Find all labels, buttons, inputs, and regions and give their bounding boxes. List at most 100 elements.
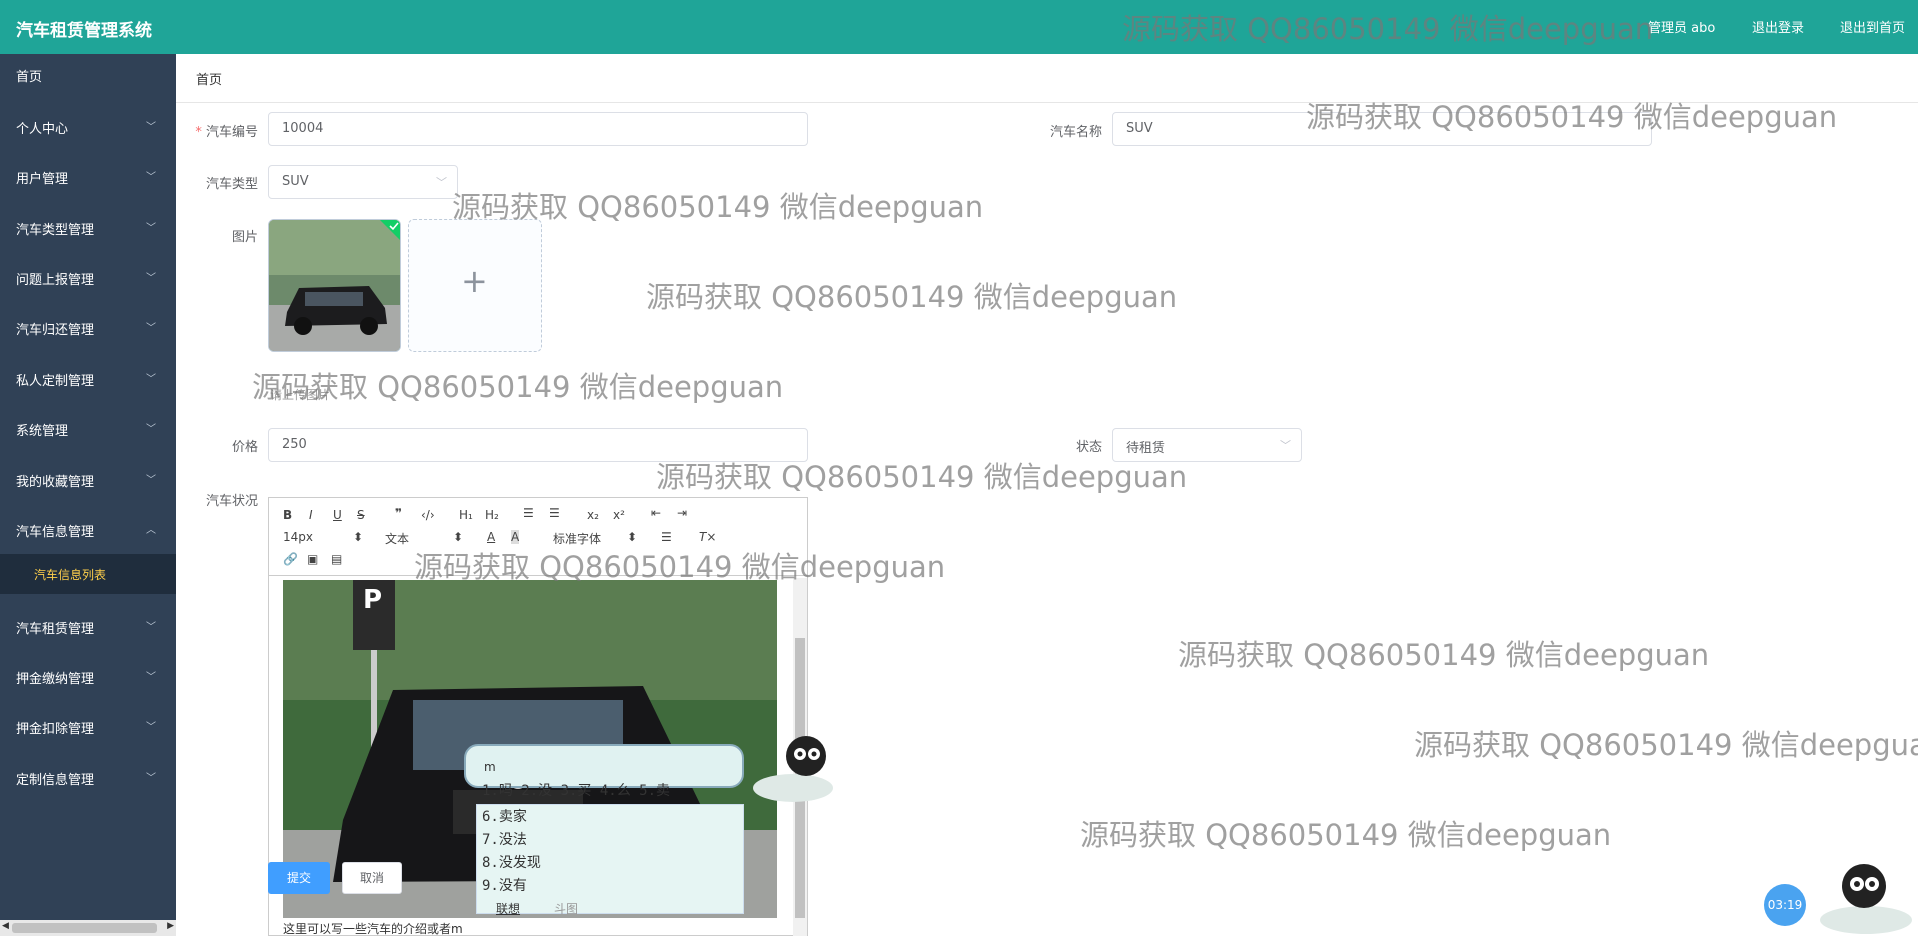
chevron-down-icon: ﹀: [436, 176, 447, 189]
car-type-select[interactable]: SUV ﹀: [268, 165, 458, 199]
ime-candidate[interactable]: 6.卖家: [482, 806, 527, 826]
ime-candidate-popup[interactable]: m 1.吗 2.没 3.买 4.么 5.卖 6.卖家 7.没法 8.没发现 9.…: [464, 744, 744, 917]
ime-candidates-row[interactable]: 1.吗 2.没 3.买 4.么 5.卖: [482, 780, 670, 800]
sidebar-item-custom[interactable]: 私人定制管理 ﹀: [0, 358, 176, 398]
mascot-icon: [1820, 864, 1912, 934]
chevron-updown-icon: ⬍: [453, 530, 464, 544]
font-type-select[interactable]: 文本: [385, 530, 409, 547]
sidebar-item-profile[interactable]: 个人中心 ﹀: [0, 106, 176, 146]
ordered-list-icon[interactable]: ☰: [523, 506, 534, 520]
italic-icon[interactable]: I: [309, 508, 313, 522]
sidebar-item-deductions[interactable]: 押金扣除管理 ﹀: [0, 706, 176, 746]
bold-icon[interactable]: B: [283, 508, 292, 522]
sidebar-subitem-car-list[interactable]: 汽车信息列表: [0, 554, 176, 594]
car-no-input[interactable]: 10004: [268, 112, 808, 146]
font-size-select[interactable]: 14px: [283, 530, 313, 544]
sidebar: 首页 个人中心 ﹀ 用户管理 ﹀ 汽车类型管理 ﹀ 问题上报管理 ﹀ 汽车归还管理 ﹀ 私…: [0, 54, 176, 936]
superscript-icon[interactable]: x²: [613, 508, 625, 522]
scrollbar-thumb[interactable]: [12, 923, 157, 933]
video-icon[interactable]: ▤: [331, 552, 342, 566]
chevron-down-icon: ﹀: [146, 773, 156, 784]
watermark: 源码获取 QQ86050149 微信deepguan: [1178, 638, 1710, 672]
plus-icon: +: [461, 262, 488, 300]
back-home-link[interactable]: 退出到首页: [1840, 17, 1905, 36]
watermark: 源码获取 QQ86050149 微信deepguan: [1414, 728, 1918, 762]
indent-icon[interactable]: ⇥: [677, 506, 687, 520]
sidebar-item-label: 我的收藏管理: [16, 475, 95, 490]
watermark: 源码获取 QQ86050149 微信deepguan: [646, 280, 1178, 314]
ime-candidate[interactable]: 9.没有: [482, 875, 527, 895]
watermark: 源码获取 QQ86050149 微信deepguan: [1306, 100, 1838, 134]
chevron-down-icon: ﹀: [146, 323, 156, 334]
underline-icon[interactable]: U: [333, 508, 342, 522]
outdent-icon[interactable]: ⇤: [651, 506, 661, 520]
sidebar-item-label: 首页: [16, 70, 43, 85]
link-icon[interactable]: 🔗: [283, 552, 298, 566]
image-label: 图片: [231, 230, 258, 245]
timer-badge[interactable]: 03:19: [1764, 884, 1806, 926]
car-no-label: * 汽车编号: [195, 125, 258, 140]
h2-icon[interactable]: H₂: [485, 508, 499, 522]
quote-icon[interactable]: ❞: [395, 506, 402, 520]
user-label: 管理员 abo: [1648, 21, 1716, 36]
sidebar-horizontal-scrollbar[interactable]: ◀ ▶: [0, 920, 176, 936]
cancel-button[interactable]: 取消: [342, 862, 402, 894]
chevron-down-icon: ﹀: [1280, 439, 1291, 452]
submit-button[interactable]: 提交: [268, 862, 330, 894]
sidebar-item-custom-info[interactable]: 定制信息管理 ﹀: [0, 757, 176, 797]
sidebar-item-favorites[interactable]: 我的收藏管理 ﹀: [0, 459, 176, 499]
sidebar-subitem-label: 汽车信息列表: [34, 568, 107, 582]
bullet-list-icon[interactable]: ☰: [549, 506, 560, 520]
chevron-down-icon: ﹀: [146, 122, 156, 133]
price-label: 价格: [231, 440, 258, 455]
font-color-icon[interactable]: A: [487, 530, 495, 544]
ime-candidate[interactable]: 8.没发现: [482, 852, 541, 872]
code-icon[interactable]: ‹/›: [421, 508, 435, 522]
sidebar-item-returns[interactable]: 汽车归还管理 ﹀: [0, 307, 176, 347]
ime-tab-association[interactable]: 联想: [496, 900, 520, 917]
align-icon[interactable]: ☰: [661, 530, 672, 544]
chevron-down-icon: ﹀: [146, 424, 156, 435]
sidebar-item-label: 定制信息管理: [16, 773, 95, 788]
breadcrumb[interactable]: 首页: [196, 69, 222, 88]
chevron-down-icon: ﹀: [146, 722, 156, 733]
sidebar-item-label: 用户管理: [16, 172, 69, 187]
chevron-updown-icon: ⬍: [627, 530, 638, 544]
sidebar-item-rentals[interactable]: 汽车租赁管理 ﹀: [0, 606, 176, 646]
sidebar-item-car-info[interactable]: 汽车信息管理 ︿: [0, 509, 176, 549]
ime-tab-meme[interactable]: 斗图: [554, 900, 578, 917]
h1-icon[interactable]: H₁: [459, 508, 473, 522]
sidebar-item-home[interactable]: 首页: [0, 54, 176, 94]
chevron-down-icon: ﹀: [146, 672, 156, 683]
sidebar-item-issues[interactable]: 问题上报管理 ﹀: [0, 257, 176, 297]
scroll-left-icon[interactable]: ◀: [2, 921, 9, 931]
bg-color-icon[interactable]: A: [511, 530, 520, 544]
subscript-icon[interactable]: x₂: [587, 508, 599, 522]
clear-format-icon[interactable]: T×: [699, 530, 716, 544]
editor-text: 这里可以写一些汽车的介绍或者m: [283, 922, 463, 936]
sidebar-item-label: 个人中心: [16, 122, 69, 137]
scroll-right-icon[interactable]: ▶: [167, 921, 174, 931]
app-title: 汽车租赁管理系统: [16, 21, 152, 41]
watermark: 源码获取 QQ86050149 微信deepguan: [656, 460, 1188, 494]
chevron-up-icon: ︿: [146, 525, 156, 536]
watermark: 源码获取 QQ86050149 微信deepguan: [1080, 818, 1612, 852]
upload-button[interactable]: +: [408, 219, 542, 352]
sidebar-item-label: 私人定制管理: [16, 374, 95, 389]
sidebar-item-deposits[interactable]: 押金缴纳管理 ﹀: [0, 656, 176, 696]
sidebar-item-car-types[interactable]: 汽车类型管理 ﹀: [0, 207, 176, 247]
uploaded-car-image[interactable]: [268, 219, 401, 352]
logout-link[interactable]: 退出登录: [1752, 17, 1804, 36]
chevron-down-icon: ﹀: [146, 172, 156, 183]
image-icon[interactable]: ▣: [307, 552, 318, 566]
sidebar-item-system[interactable]: 系统管理 ﹀: [0, 408, 176, 448]
chevron-down-icon: ﹀: [146, 223, 156, 234]
sidebar-item-label: 汽车信息管理: [16, 525, 95, 540]
chevron-down-icon: ﹀: [146, 273, 156, 284]
sidebar-item-label: 问题上报管理: [16, 273, 95, 288]
sidebar-item-users[interactable]: 用户管理 ﹀: [0, 156, 176, 196]
strike-icon[interactable]: S: [357, 508, 365, 522]
status-label: 状态: [1075, 440, 1102, 455]
ime-candidate[interactable]: 7.没法: [482, 829, 527, 849]
car-name-label: 汽车名称: [1049, 125, 1102, 140]
